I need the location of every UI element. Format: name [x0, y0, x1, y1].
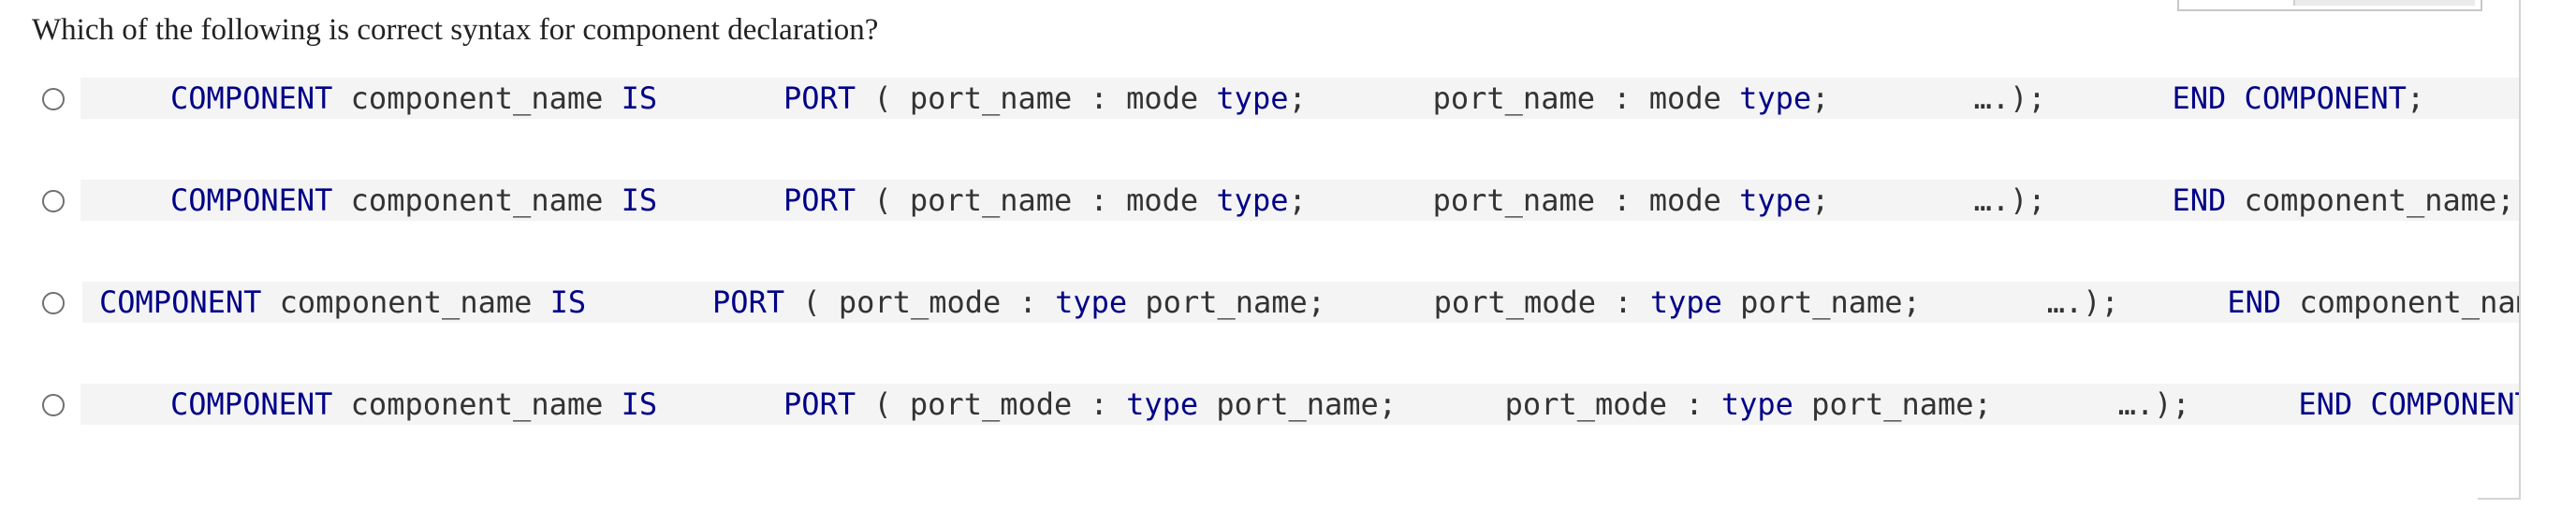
code-text: ….); — [1920, 284, 2119, 320]
answer-box-inner — [2293, 0, 2475, 6]
code-text: port_name : mode — [1306, 80, 1740, 116]
code-keyword: type — [1216, 182, 1289, 218]
code-keyword: END — [2172, 182, 2227, 218]
code-keyword: type — [1649, 284, 1722, 320]
code-text: component_name — [332, 386, 622, 422]
code-keyword: type — [1720, 386, 1793, 422]
answer-option-4[interactable]: COMPONENT component_name IS PORT ( port_… — [0, 384, 2519, 425]
code-text: ….); — [1991, 386, 2190, 422]
answer-option-3[interactable]: COMPONENT component_name IS PORT ( port_… — [0, 282, 2519, 323]
panel-right-border — [2519, 0, 2521, 500]
code-text: port_name : mode — [1306, 182, 1740, 218]
code-keyword: COMPONENT — [170, 386, 333, 422]
code-text: port_name; — [1198, 386, 1398, 422]
code-keyword: type — [1055, 284, 1128, 320]
code-text: ; — [1811, 80, 1830, 116]
code-text: ….); — [1829, 182, 2046, 218]
option-code-2: COMPONENT component_name IS PORT ( port_… — [80, 180, 2519, 221]
question-text: Which of the following is correct syntax… — [32, 13, 879, 47]
code-text: port_mode : — [1397, 386, 1721, 422]
code-text: ; — [1288, 80, 1307, 116]
code-text: ( port_name : mode — [856, 182, 1217, 218]
option-code-4: COMPONENT component_name IS PORT ( port_… — [80, 384, 2519, 425]
code-text: port_mode : — [1325, 284, 1650, 320]
radio-button-4[interactable] — [42, 394, 65, 416]
option-code-3: COMPONENT component_name IS PORT ( port_… — [82, 282, 2519, 323]
code-text: component_name — [261, 284, 550, 320]
code-keyword: COMPONENT — [170, 80, 333, 116]
code-keyword: PORT — [783, 386, 856, 422]
code-keyword: IS — [621, 80, 658, 116]
radio-button-2[interactable] — [42, 190, 65, 212]
code-keyword: IS — [549, 284, 587, 320]
code-text: component_name — [332, 182, 622, 218]
code-keyword: PORT — [712, 284, 785, 320]
code-keyword: END COMPONENT — [2298, 386, 2519, 422]
code-keyword: type — [1216, 80, 1289, 116]
code-text: component_name — [332, 80, 622, 116]
code-keyword: COMPONENT — [99, 284, 262, 320]
code-text: ( port_mode : — [856, 386, 1127, 422]
code-keyword: type — [1126, 386, 1199, 422]
code-text: ; — [1811, 182, 1830, 218]
code-keyword: type — [1739, 80, 1812, 116]
answer-option-1[interactable]: COMPONENT component_name IS PORT ( port_… — [0, 78, 2519, 119]
radio-button-1[interactable] — [42, 88, 65, 110]
code-text: component_name — [2299, 284, 2519, 320]
code-keyword: COMPONENT — [170, 182, 333, 218]
answer-option-2[interactable]: COMPONENT component_name IS PORT ( port_… — [0, 180, 2519, 221]
code-keyword: END — [2227, 284, 2282, 320]
code-text: ; — [1288, 182, 1307, 218]
code-text: port_name; — [1721, 284, 1921, 320]
code-text: ….); — [1829, 80, 2046, 116]
code-keyword: END COMPONENT — [2172, 80, 2407, 116]
code-keyword: PORT — [783, 80, 856, 116]
code-text: ( port_name : mode — [856, 80, 1217, 116]
radio-button-3[interactable] — [42, 292, 65, 314]
code-keyword: type — [1739, 182, 1812, 218]
code-keyword: PORT — [783, 182, 856, 218]
code-text: component_name; — [2226, 182, 2515, 218]
code-text: port_name; — [1793, 386, 1992, 422]
code-text: ; — [2406, 80, 2425, 116]
panel-bottom-border — [2478, 498, 2521, 500]
answer-box-edge — [2177, 0, 2482, 11]
option-code-1: COMPONENT component_name IS PORT ( port_… — [80, 78, 2519, 119]
code-keyword: IS — [621, 182, 658, 218]
code-keyword: IS — [621, 386, 658, 422]
code-text: port_name; — [1127, 284, 1326, 320]
code-text: ( port_mode : — [784, 284, 1056, 320]
